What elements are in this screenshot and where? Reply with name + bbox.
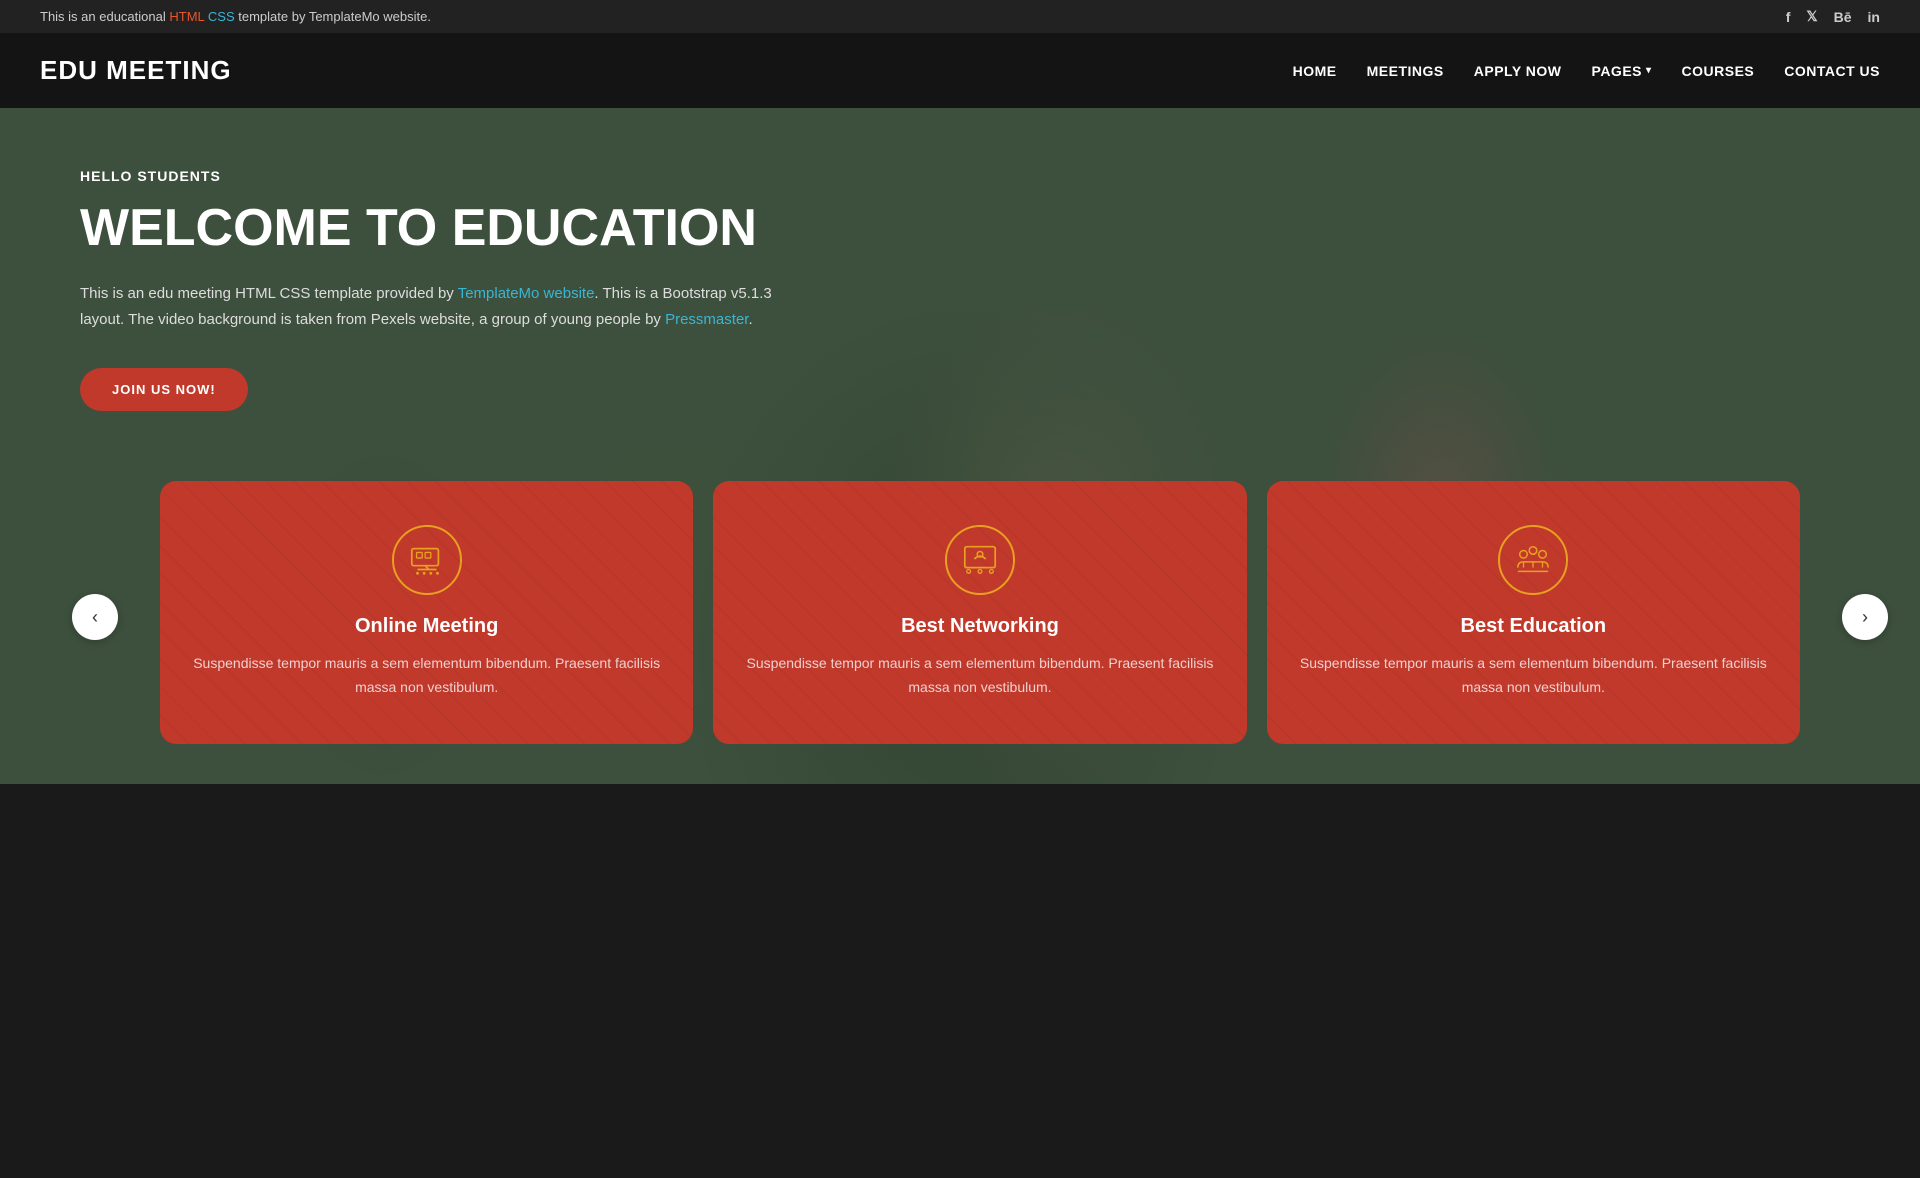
nav-pages[interactable]: PAGES ▾ [1592,63,1652,79]
hero-subtitle: HELLO STUDENTS [80,168,780,184]
card-1-desc: Suspendisse tempor mauris a sem elementu… [190,652,663,700]
join-button[interactable]: JOIN US NOW! [80,368,248,411]
facebook-icon[interactable]: f [1786,9,1791,25]
nav-contact[interactable]: CONTACT US [1784,63,1880,79]
hero-title: WELCOME TO EDUCATION [80,200,780,257]
header: EDU MEETING HOME MEETINGS APPLY NOW PAGE… [0,33,1920,108]
linkedin-icon[interactable]: in [1868,9,1880,25]
behance-icon[interactable]: Bē [1834,9,1852,25]
best-networking-icon [945,525,1015,595]
card-1-title: Online Meeting [190,615,663,638]
carousel-next-button[interactable]: › [1842,594,1888,640]
main-nav: HOME MEETINGS APPLY NOW PAGES ▾ COURSES … [1293,63,1880,79]
hero-description: This is an edu meeting HTML CSS template… [80,281,780,332]
card-3-desc: Suspendisse tempor mauris a sem elementu… [1297,652,1770,700]
best-education-icon [1498,525,1568,595]
card-2-title: Best Networking [743,615,1216,638]
top-bar-text: This is an educational HTML CSS template… [40,9,431,24]
nav-home[interactable]: HOME [1293,63,1337,79]
hero-content: HELLO STUDENTS WELCOME TO EDUCATION This… [80,168,780,411]
card-best-education: Best Education Suspendisse tempor mauris… [1267,481,1800,744]
cards-wrapper: Online Meeting Suspendisse tempor mauris… [160,481,1800,744]
online-meeting-icon [392,525,462,595]
chevron-down-icon: ▾ [1646,65,1652,76]
card-online-meeting: Online Meeting Suspendisse tempor mauris… [160,481,693,744]
card-3-title: Best Education [1297,615,1770,638]
hero-section: HELLO STUDENTS WELCOME TO EDUCATION This… [0,108,1920,784]
card-2-desc: Suspendisse tempor mauris a sem elementu… [743,652,1216,700]
templatemo-link[interactable]: TemplateMo website [458,285,595,302]
html-highlight: HTML [169,9,204,24]
carousel-prev-button[interactable]: ‹ [72,594,118,640]
top-bar: This is an educational HTML CSS template… [0,0,1920,33]
card-best-networking: Best Networking Suspendisse tempor mauri… [713,481,1246,744]
nav-apply[interactable]: APPLY NOW [1474,63,1562,79]
css-highlight: CSS [208,9,235,24]
social-icons: f 𝕏 Bē in [1786,8,1880,25]
nav-courses[interactable]: COURSES [1682,63,1755,79]
carousel-section: ‹ [100,451,1860,784]
site-logo[interactable]: EDU MEETING [40,55,232,86]
nav-meetings[interactable]: MEETINGS [1367,63,1444,79]
pressmaster-link[interactable]: Pressmaster [665,311,748,328]
twitter-icon[interactable]: 𝕏 [1806,8,1817,25]
